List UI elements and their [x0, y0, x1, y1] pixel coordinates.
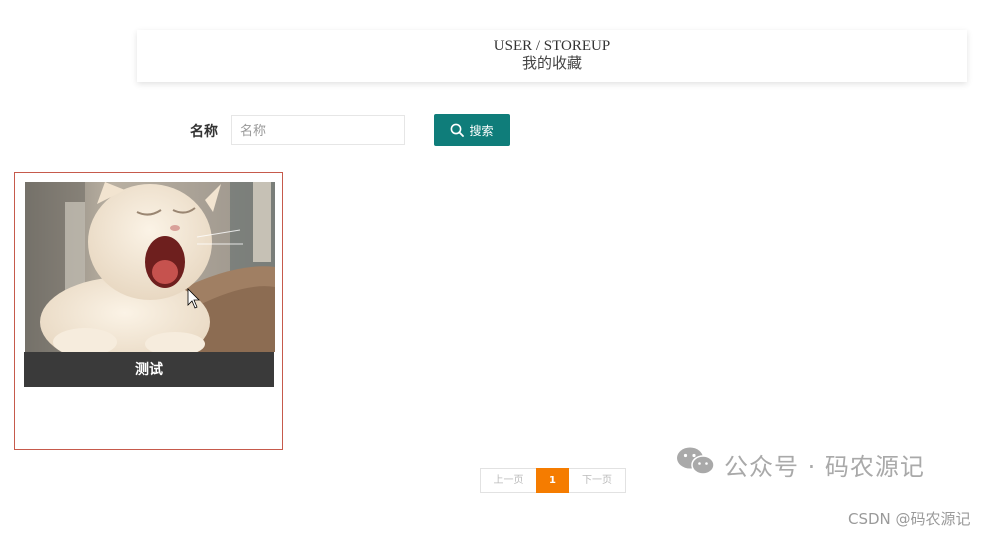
page-title: 我的收藏 — [521, 54, 582, 72]
search-button[interactable]: 搜索 — [434, 114, 510, 146]
search-label: 名称 — [190, 123, 218, 139]
wechat-watermark: 公众号 · 码农源记 — [676, 446, 925, 482]
favorite-caption[interactable]: 测试 — [24, 352, 274, 387]
prev-page-button[interactable]: 上一页 — [480, 468, 536, 493]
wechat-icon — [676, 446, 716, 482]
next-page-button[interactable]: 下一页 — [569, 468, 626, 493]
page-header: USER / STOREUP 我的收藏 — [137, 30, 967, 82]
csdn-watermark: CSDN @码农源记 — [848, 510, 971, 528]
favorite-card[interactable]: 测试 — [14, 172, 283, 450]
wechat-watermark-text: 公众号 · 码农源记 — [724, 452, 925, 481]
pagination: 上一页 1 下一页 — [480, 468, 626, 493]
search-button-label: 搜索 — [469, 123, 494, 138]
search-input[interactable] — [231, 115, 405, 145]
breadcrumb: USER / STOREUP — [493, 38, 611, 54]
favorite-image[interactable] — [25, 182, 275, 352]
search-icon — [450, 123, 465, 137]
page-1-button[interactable]: 1 — [536, 468, 569, 493]
